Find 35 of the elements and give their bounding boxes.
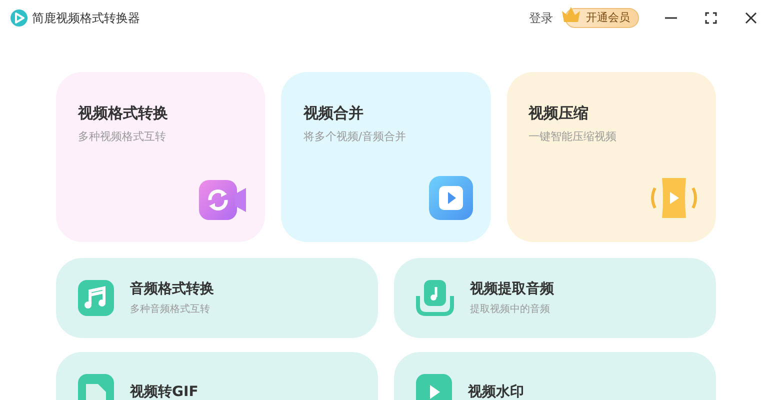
close-icon — [743, 10, 759, 26]
minimize-icon — [665, 17, 677, 19]
tool-title: 视频提取音频 — [470, 280, 554, 299]
video-convert-icon — [199, 180, 248, 220]
video-compress-icon — [650, 176, 698, 220]
music-note-icon — [78, 280, 114, 316]
maximize-icon — [703, 10, 719, 26]
tool-subtitle: 多种音频格式互转 — [130, 302, 211, 317]
card-subtitle: 一键智能压缩视频 — [528, 128, 618, 144]
card-title: 视频压缩 — [528, 103, 590, 124]
app-title: 简鹿视频格式转换器 — [32, 10, 140, 27]
tool-card[interactable]: 音频格式转换 多种音频格式互转 — [56, 258, 378, 338]
feature-card[interactable]: 视频格式转换 多种视频格式互转 — [56, 72, 266, 242]
close-button[interactable] — [743, 10, 759, 26]
watermark-icon — [416, 374, 452, 400]
vip-button[interactable]: 开通会员 — [565, 8, 639, 28]
maximize-button[interactable] — [703, 10, 719, 26]
tool-subtitle: 提取视频中的音频 — [470, 302, 551, 317]
app-logo-icon — [10, 9, 28, 27]
card-title: 视频合并 — [303, 103, 364, 124]
feature-card[interactable]: 视频压缩 一键智能压缩视频 — [506, 72, 716, 242]
card-subtitle: 多种视频格式互转 — [78, 128, 167, 144]
tool-card[interactable]: 视频提取音频 提取视频中的音频 — [394, 258, 716, 338]
tool-title: 视频水印 — [468, 382, 524, 400]
gif-icon — [78, 374, 114, 400]
video-play-icon — [428, 176, 473, 220]
tool-title: 音频格式转换 — [130, 280, 214, 299]
tool-card[interactable]: 视频水印 — [394, 352, 716, 400]
tool-title: 视频转GIF — [130, 382, 198, 400]
feature-card[interactable]: 视频合并 将多个视频/音频合并 — [281, 72, 491, 242]
card-subtitle: 将多个视频/音频合并 — [303, 128, 408, 144]
card-title: 视频格式转换 — [78, 103, 169, 124]
music-tray-icon — [416, 280, 454, 316]
login-link[interactable]: 登录 — [529, 9, 553, 27]
tool-card[interactable]: 视频转GIF — [56, 352, 378, 400]
